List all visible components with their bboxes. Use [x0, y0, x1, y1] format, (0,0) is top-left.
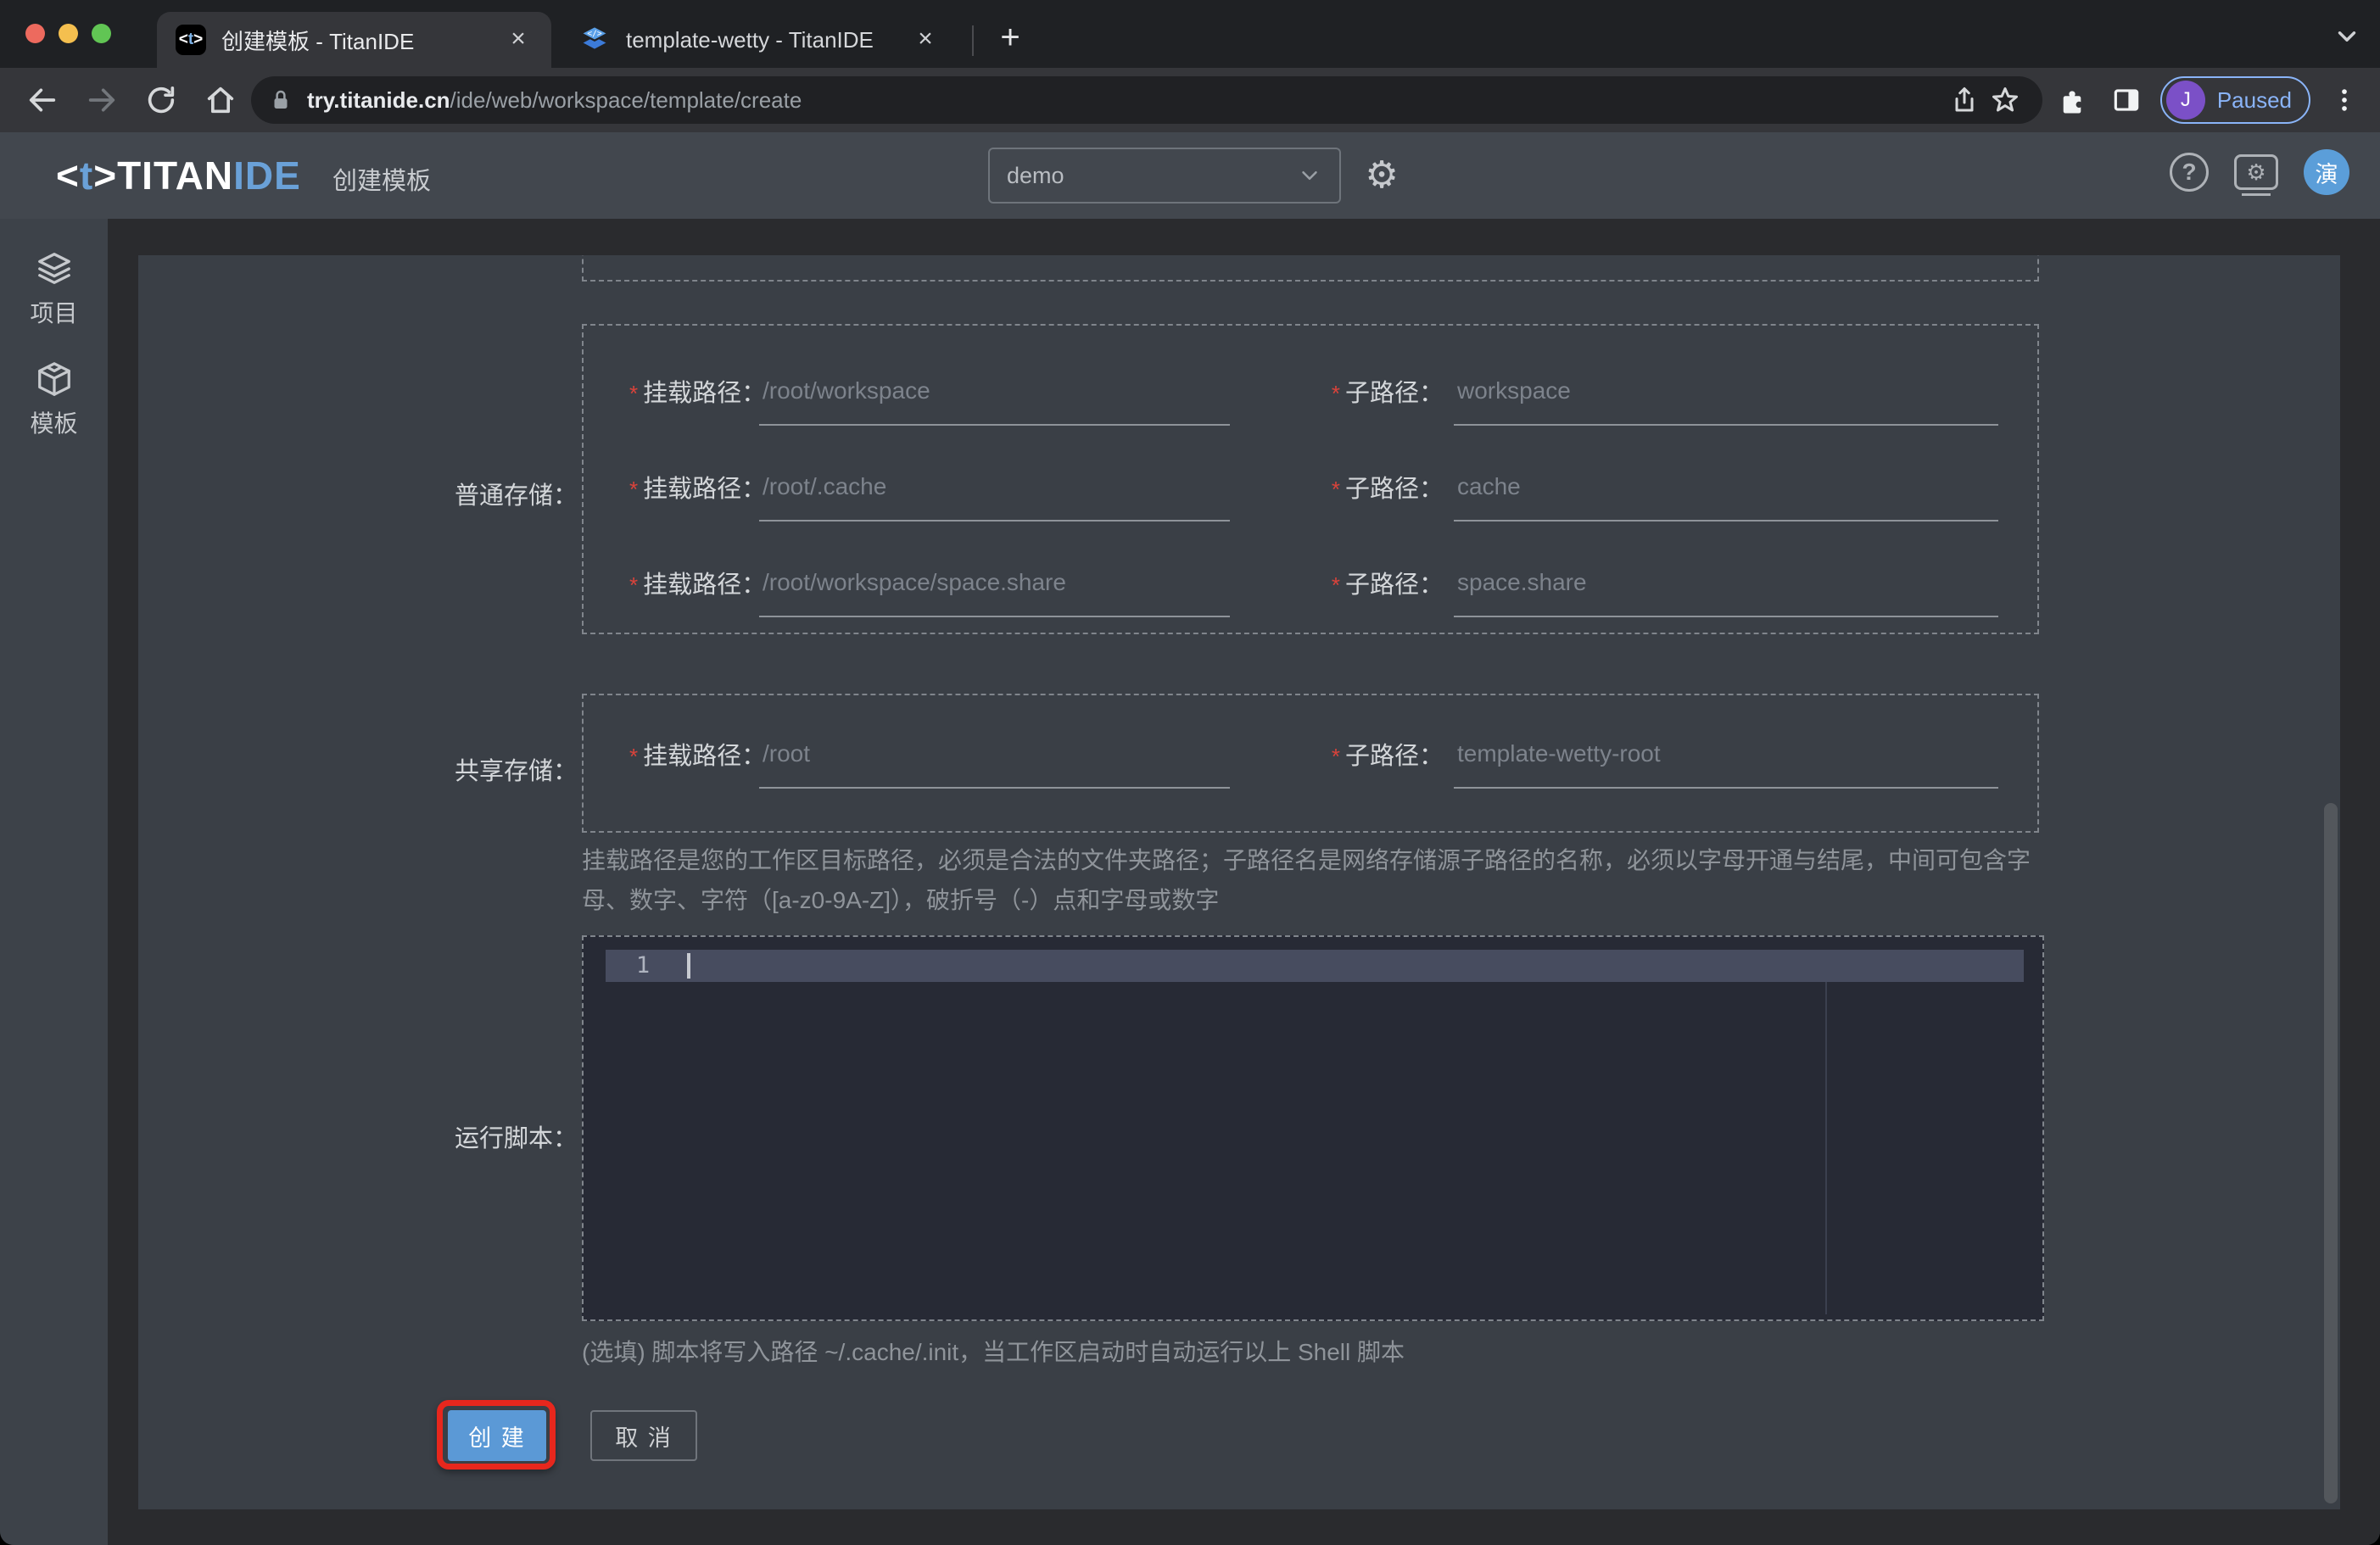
required-mark: * — [1331, 477, 1340, 502]
sidebar-item-label: 项目 — [30, 300, 78, 326]
tab-close-icon[interactable]: × — [504, 25, 533, 54]
normal-storage-group: *挂载路径： *子路径： *挂载路径： *子路径： *挂载路 — [582, 324, 2039, 634]
system-settings-icon[interactable]: ⚙ — [2234, 154, 2278, 196]
reload-icon[interactable] — [141, 80, 182, 120]
bookmark-star-icon[interactable] — [1985, 80, 2025, 120]
sub-path-label: 子路径： — [1344, 380, 1444, 407]
tab-title: 创建模板 - TitanIDE — [221, 28, 415, 54]
url-host: try.titanide.cn — [307, 86, 450, 113]
extensions-puzzle-icon[interactable] — [2052, 80, 2092, 120]
tab-title: template-wetty - TitanIDE — [626, 26, 874, 53]
address-bar[interactable]: try.titanide.cn/ide/web/workspace/templa… — [251, 76, 2042, 124]
share-icon[interactable] — [1944, 80, 1985, 120]
sidebar-item-label: 模板 — [30, 410, 78, 437]
form-scrollbar-thumb[interactable] — [2324, 803, 2338, 1503]
sub-path-label: 子路径： — [1344, 572, 1444, 599]
storage-row: *挂载路径： *子路径： — [629, 462, 1998, 522]
content-area: 普通存储： *挂载路径： *子路径： *挂载路径： *子路径： — [108, 219, 2380, 1545]
titanide-favicon: < t > — [176, 25, 206, 55]
normal-storage-label: 普通存储： — [454, 482, 578, 510]
new-tab-button[interactable]: + — [991, 19, 1030, 58]
home-icon[interactable] — [200, 80, 241, 120]
browser-window: < t > 创建模板 - TitanIDE × </> template-wetty… — [0, 0, 2380, 1545]
shared-storage-group: *挂载路径： *子路径： — [582, 694, 2039, 833]
tab-create-template[interactable]: < t > 创建模板 - TitanIDE × — [157, 12, 551, 68]
sub-path-label: 子路径： — [1344, 743, 1444, 770]
required-mark: * — [629, 477, 639, 502]
mount-path-label: 挂载路径： — [643, 743, 767, 770]
svg-text:</>: </> — [587, 29, 601, 38]
browser-profile-button[interactable]: J Paused — [2159, 76, 2310, 124]
mount-path-input[interactable] — [759, 561, 1230, 617]
sub-path-input[interactable] — [1454, 733, 1998, 789]
editor-caret — [687, 953, 690, 979]
back-icon[interactable] — [22, 80, 63, 120]
tab-strip: < t > 创建模板 - TitanIDE × </> template-wetty… — [0, 0, 2380, 68]
cube-icon — [37, 362, 70, 396]
profile-avatar: J — [2165, 81, 2205, 120]
side-panel-icon[interactable] — [2106, 80, 2147, 120]
lock-icon — [274, 90, 288, 109]
tab-divider — [972, 25, 974, 56]
mount-path-input[interactable] — [759, 466, 1230, 522]
chevron-down-icon — [1302, 171, 1317, 180]
tab-template-wetty[interactable]: </> template-wetty - TitanIDE × — [560, 12, 958, 68]
editor-ruler-line — [1825, 982, 1827, 1314]
run-script-label: 运行脚本： — [454, 1125, 578, 1152]
layers-icon — [37, 253, 70, 284]
maximize-window-button[interactable] — [92, 24, 111, 43]
mount-path-input[interactable] — [759, 733, 1230, 789]
mount-path-label: 挂载路径： — [643, 572, 767, 599]
script-code-editor[interactable]: 1 — [582, 935, 2044, 1321]
required-mark: * — [629, 381, 639, 406]
scrolled-section-edge — [582, 255, 2039, 282]
sub-path-input[interactable] — [1454, 466, 1998, 522]
app-header: <t>TITANIDE 创建模板 demo ⚙ ? ⚙ 演 — [0, 132, 2380, 219]
url-path: /ide/web/workspace/template/create — [450, 86, 802, 113]
required-mark: * — [1331, 572, 1340, 598]
forward-icon[interactable] — [81, 80, 122, 120]
create-template-form: 普通存储： *挂载路径： *子路径： *挂载路径： *子路径： — [138, 255, 2340, 1509]
help-icon[interactable]: ? — [2170, 153, 2209, 192]
settings-gear-icon[interactable]: ⚙ — [1360, 154, 1403, 197]
shared-storage-label: 共享存储： — [454, 758, 578, 785]
required-mark: * — [1331, 744, 1340, 769]
tab-close-icon[interactable]: × — [911, 25, 940, 54]
profile-status-label: Paused — [2216, 86, 2292, 113]
minimize-window-button[interactable] — [59, 24, 78, 43]
mount-path-label: 挂载路径： — [643, 380, 767, 407]
sidebar-item-templates[interactable]: 模板 — [0, 360, 108, 439]
page-title: 创建模板 — [332, 168, 432, 195]
required-mark: * — [629, 744, 639, 769]
mount-path-input[interactable] — [759, 370, 1230, 426]
layers-favicon: </> — [580, 25, 609, 51]
sub-path-input[interactable] — [1454, 561, 1998, 617]
required-mark: * — [629, 572, 639, 598]
workspace-select-value: demo — [1007, 162, 1064, 188]
close-window-button[interactable] — [25, 24, 45, 43]
storage-row: *挂载路径： *子路径： — [629, 729, 1998, 789]
line-number: 1 — [635, 952, 651, 979]
workspace-select[interactable]: demo — [988, 148, 1341, 204]
titanide-app: <t>TITANIDE 创建模板 demo ⚙ ? ⚙ 演 项目 模板 普通存储… — [0, 132, 2380, 1545]
browser-toolbar: try.titanide.cn/ide/web/workspace/templa… — [0, 68, 2380, 132]
user-avatar[interactable]: 演 — [2304, 149, 2349, 195]
tab-search-chevron-icon[interactable] — [2333, 22, 2361, 51]
sidebar-nav: 项目 模板 — [0, 219, 108, 1545]
browser-menu-kebab-icon[interactable] — [2324, 80, 2365, 120]
script-note: (选填) 脚本将写入路径 ~/.cache/.init，当工作区启动时自动运行以… — [582, 1339, 1405, 1365]
path-rules-hint: 挂载路径是您的工作区目标路径，必须是合法的文件夹路径；子路径名是网络存储源子路径… — [582, 847, 2031, 913]
sub-path-label: 子路径： — [1344, 476, 1444, 503]
create-button[interactable]: 创 建 — [448, 1410, 546, 1461]
traffic-lights — [25, 24, 111, 43]
storage-row: *挂载路径： *子路径： — [629, 558, 1998, 617]
sidebar-item-projects[interactable]: 项目 — [0, 249, 108, 329]
titanide-logo: <t>TITANIDE — [56, 153, 301, 198]
sub-path-input[interactable] — [1454, 370, 1998, 426]
cancel-button[interactable]: 取 消 — [590, 1410, 697, 1461]
editor-current-line: 1 — [606, 950, 2024, 982]
mount-path-label: 挂载路径： — [643, 476, 767, 503]
storage-row: *挂载路径： *子路径： — [629, 366, 1998, 426]
required-mark: * — [1331, 381, 1340, 406]
